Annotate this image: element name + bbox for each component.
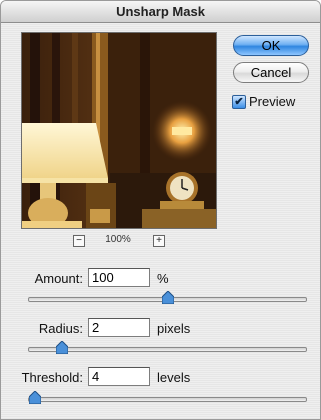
unsharp-mask-dialog: Unsharp Mask − 100% + OK Cancel ✔ Previe…	[0, 0, 321, 420]
threshold-label: Threshold:	[21, 370, 83, 385]
radius-slider-thumb[interactable]	[56, 341, 68, 354]
preview-checkbox[interactable]: ✔	[232, 95, 246, 109]
preview-photo	[22, 33, 216, 228]
amount-slider[interactable]	[28, 291, 307, 304]
zoom-out-button[interactable]: −	[73, 235, 85, 247]
amount-input[interactable]	[88, 268, 150, 287]
amount-slider-thumb[interactable]	[162, 291, 174, 304]
preview-image[interactable]	[21, 32, 217, 229]
threshold-slider-thumb[interactable]	[29, 391, 41, 404]
preview-checkbox-label: Preview	[249, 94, 296, 109]
radius-slider[interactable]	[28, 341, 307, 354]
zoom-level: 100%	[105, 234, 131, 245]
threshold-input[interactable]	[88, 367, 150, 386]
amount-label: Amount:	[34, 271, 83, 286]
threshold-unit: levels	[157, 370, 191, 385]
dialog-title: Unsharp Mask	[1, 1, 320, 23]
ok-button[interactable]: OK	[233, 35, 309, 56]
threshold-slider[interactable]	[28, 391, 307, 404]
radius-label: Radius:	[38, 321, 83, 336]
cancel-button[interactable]: Cancel	[233, 62, 309, 83]
zoom-controls: − 100% +	[1, 234, 231, 249]
radius-unit: pixels	[157, 321, 191, 336]
zoom-in-button[interactable]: +	[153, 235, 165, 247]
radius-input[interactable]	[88, 318, 150, 337]
amount-unit: %	[157, 271, 169, 286]
